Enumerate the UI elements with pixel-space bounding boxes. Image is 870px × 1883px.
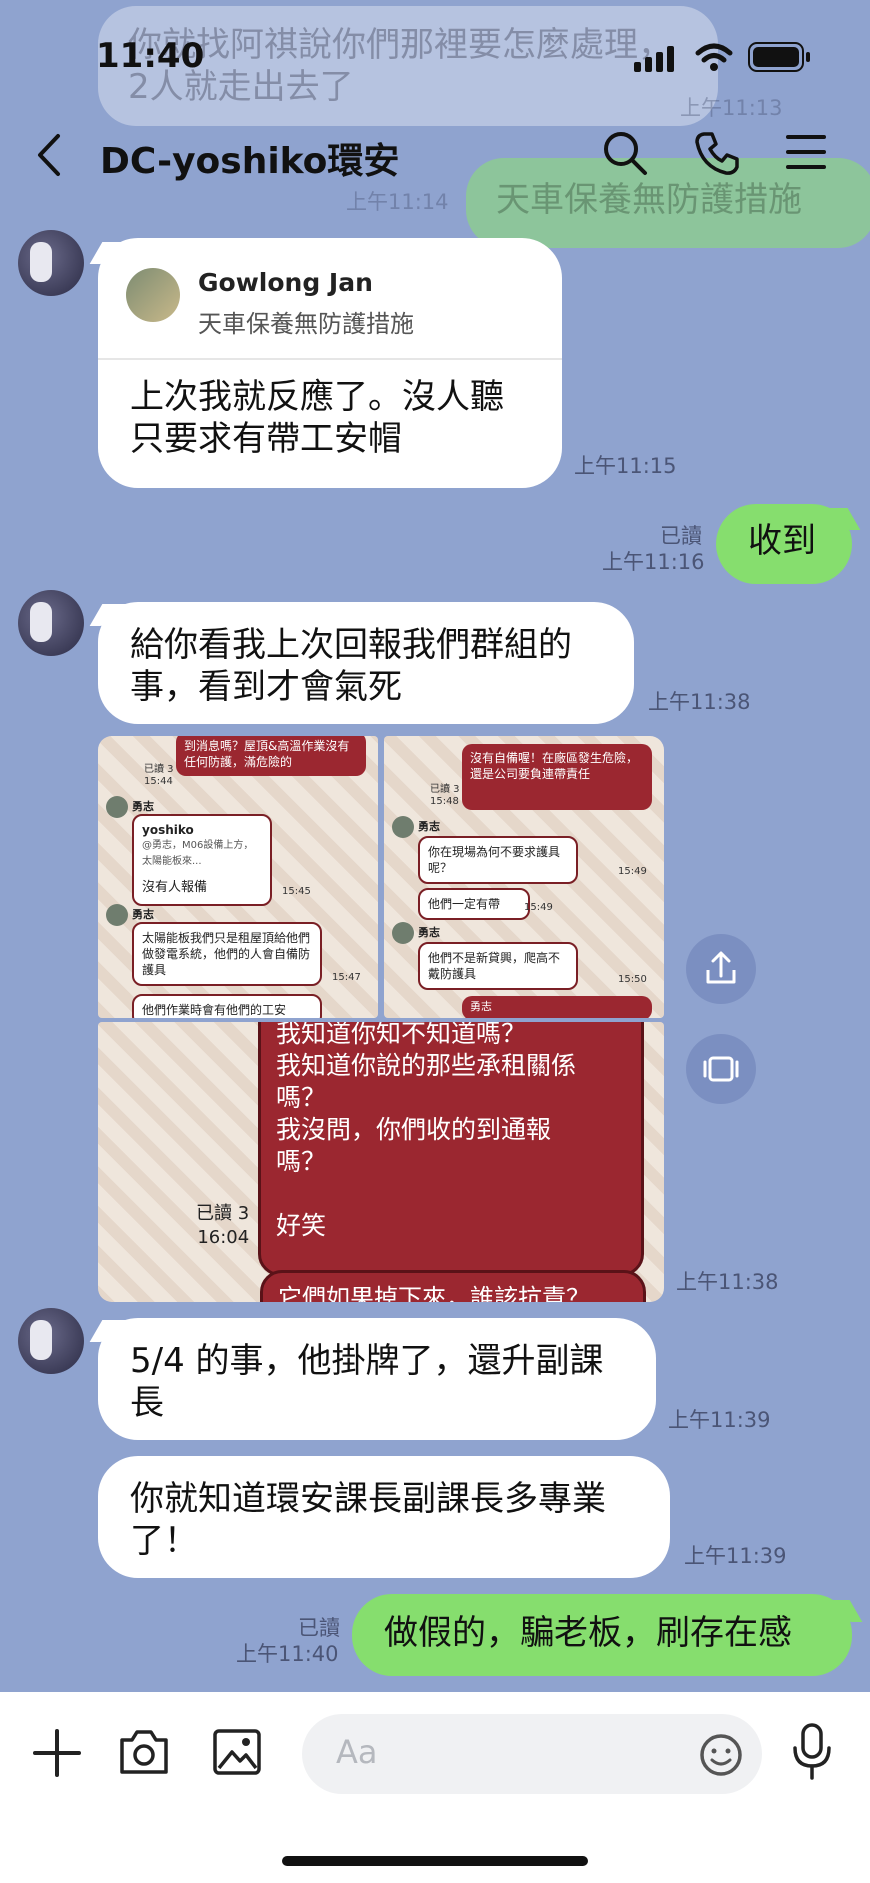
photo-quote-text: @勇志，M06設備上方，太陽能板來... <box>142 840 254 867</box>
photo-read-time: 16:04 <box>197 1227 250 1248</box>
message-text: 收到 <box>748 521 816 561</box>
microphone-icon[interactable] <box>790 1722 834 1782</box>
photo-thumbnail[interactable]: 我知道你知不知道嗎？ 我知道你說的那些承租關係嗎？ 我沒問，你們收的到通報嗎？ … <box>98 1022 664 1302</box>
photo-sender: 勇志 <box>418 820 440 833</box>
message-time: 上午11:38 <box>648 690 751 714</box>
photo-avatar <box>106 796 128 818</box>
photo-read: 已讀 3 15:48 <box>430 784 460 808</box>
clock: 11:40 <box>96 36 205 76</box>
incoming-message-bubble[interactable]: 給你看我上次回報我們群組的 事，看到才會氣死 <box>98 602 634 724</box>
wifi-icon <box>695 43 733 71</box>
message-line: 5/4 的事，他掛牌了，還升副課 <box>130 1341 604 1381</box>
avatar[interactable] <box>18 590 84 656</box>
status-bar: 11:40 <box>0 0 870 110</box>
message-line: 只要求有帶工安帽 <box>130 419 402 459</box>
message-time: 上午11:16 <box>602 550 705 574</box>
quoted-text: 天車保養無防護措施 <box>198 310 414 338</box>
photo-large-red-text: 我知道你知不知道嗎？ 我知道你說的那些承租關係嗎？ 我沒問，你們收的到通報嗎？ … <box>276 1022 577 1240</box>
photo-read-label: 已讀 3 <box>196 1203 250 1224</box>
reply-message-bubble[interactable]: Gowlong Jan 天車保養無防護措施 上次我就反應了。沒人聽 只要求有帶工… <box>98 238 562 488</box>
photo-red-bubble: 到消息嗎？屋頂&高溫作業沒有任何防護，滿危險的 <box>176 736 366 776</box>
incoming-message-bubble[interactable]: 你就知道環安課長副課長多專業 了！ <box>98 1456 670 1578</box>
photo-sender: 勇志 <box>470 1000 492 1013</box>
camera-icon[interactable] <box>118 1728 170 1776</box>
photo-reply-bubble: 他們一定有帶 <box>418 888 530 920</box>
message-line: 事，看到才會氣死 <box>130 667 402 707</box>
message-text: 上次我就反應了。沒人聽 只要求有帶工安帽 <box>130 376 504 460</box>
avatar[interactable] <box>18 230 84 296</box>
read-receipt: 已讀 <box>298 1616 340 1640</box>
message-time: 上午11:40 <box>236 1642 339 1666</box>
photo-sender: 勇志 <box>132 800 154 813</box>
photo-sender: 勇志 <box>132 908 154 921</box>
photo-quote-bubble: yoshiko @勇志，M06設備上方，太陽能板來... 沒有人報備 <box>132 814 272 906</box>
photo-read: 已讀 3 16:04 <box>196 1202 249 1250</box>
chat-header: DC-yoshiko環安 <box>0 118 870 198</box>
quoted-sender-name: Gowlong Jan <box>198 268 373 297</box>
photo-thumbnail[interactable]: 到消息嗎？屋頂&高溫作業沒有任何防護，滿危險的 已讀 3 15:44 勇志 yo… <box>98 736 378 1018</box>
photo-reply-text: 沒有人報備 <box>142 880 208 895</box>
photo-read-label: 已讀 3 <box>144 764 174 775</box>
message-line: 上次我就反應了。沒人聽 <box>130 377 504 417</box>
message-time: 上午11:15 <box>574 454 677 478</box>
message-text: 做假的，騙老板，刷存在感 <box>384 1613 792 1653</box>
photo-avatar <box>106 904 128 926</box>
outgoing-message-bubble[interactable]: 做假的，騙老板，刷存在感 <box>352 1594 852 1676</box>
plus-icon[interactable] <box>32 1728 82 1778</box>
photo-avatar <box>392 922 414 944</box>
album-icon <box>703 1056 739 1082</box>
photo-read-label: 已讀 3 <box>430 784 460 795</box>
photo-avatar <box>392 816 414 838</box>
photo-time: 15:45 <box>282 886 311 897</box>
battery-icon <box>748 42 810 72</box>
photo-read-time: 15:48 <box>430 796 459 807</box>
image-icon[interactable] <box>212 1728 262 1776</box>
search-icon[interactable] <box>602 130 648 176</box>
message-line: 你就知道環安課長副課長多專業 <box>130 1479 606 1519</box>
outgoing-message-bubble[interactable]: 收到 <box>716 504 852 584</box>
message-input[interactable]: Aa <box>302 1714 762 1794</box>
share-button[interactable] <box>686 934 756 1004</box>
emoji-icon[interactable] <box>698 1732 744 1778</box>
photo-red-bubble: 沒有自備喔！在廠區發生危險，還是公司要負連帶責任 <box>462 744 652 810</box>
incoming-message-bubble[interactable]: 5/4 的事，他掛牌了，還升副課 長 <box>98 1318 656 1440</box>
photo-quote-name: yoshiko <box>142 823 194 837</box>
message-time: 上午11:38 <box>676 1270 779 1294</box>
message-line: 給你看我上次回報我們群組的 <box>130 625 572 665</box>
message-line: 了！ <box>130 1521 198 1561</box>
album-view-button[interactable] <box>686 1034 756 1104</box>
photo-bottom-red-text: 它們如果掉下來，誰該抗責？ <box>278 1284 590 1302</box>
message-time: 上午11:39 <box>684 1544 787 1568</box>
chat-title[interactable]: DC-yoshiko環安 <box>100 132 399 184</box>
quoted-avatar <box>126 268 180 322</box>
photo-time: 15:49 <box>524 902 553 913</box>
photo-time: 15:50 <box>618 974 647 985</box>
photo-read: 已讀 3 15:44 <box>144 764 174 788</box>
message-line: 長 <box>130 1383 164 1423</box>
photo-reply-bubble: 他們不是新貸興，爬高不戴防護具 <box>418 942 578 990</box>
avatar[interactable] <box>18 1308 84 1374</box>
message-time: 上午11:39 <box>668 1408 771 1432</box>
read-receipt: 已讀 <box>660 524 702 548</box>
photo-reply-bubble: 太陽能板我們只是租屋頂給他們做發電系統，他們的人會自備防護具 <box>132 922 322 986</box>
photo-thumbnail[interactable]: 沒有自備喔！在廠區發生危險，還是公司要負連帶責任 已讀 3 15:48 勇志 你… <box>384 736 664 1018</box>
photo-read-time: 15:44 <box>144 776 173 787</box>
photo-sender: 勇志 <box>418 926 440 939</box>
photo-reply-bubble: 你在現場為何不要求護具呢？ <box>418 836 578 884</box>
input-placeholder: Aa <box>336 1733 378 1771</box>
photo-reply-bubble: 他們作業時會有他們的工安 <box>132 994 322 1018</box>
signal-icon <box>634 46 674 72</box>
photo-red-bubble: 勇志 <box>462 996 652 1018</box>
home-indicator[interactable] <box>282 1856 588 1866</box>
composer-bar: Aa <box>0 1692 870 1883</box>
share-icon <box>706 951 736 984</box>
phone-icon[interactable] <box>694 130 740 176</box>
back-icon[interactable] <box>34 132 64 178</box>
menu-icon[interactable] <box>786 134 826 170</box>
photo-time: 15:47 <box>332 972 361 983</box>
quoted-message[interactable]: Gowlong Jan 天車保養無防護措施 <box>98 238 562 360</box>
photo-time: 15:49 <box>618 866 647 877</box>
